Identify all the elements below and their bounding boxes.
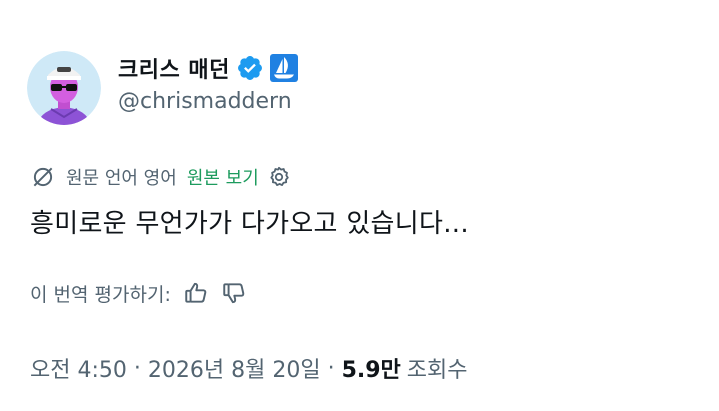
- translation-info-row: 원문 언어 영어 원본 보기: [30, 160, 291, 194]
- translation-source-label: 원문 언어 영어: [66, 168, 177, 189]
- tweet-time[interactable]: 오전 4:50: [30, 352, 127, 384]
- rate-translation-label: 이 번역 평가하기:: [30, 283, 171, 306]
- views-label: 조회수: [406, 358, 468, 383]
- tweet-card: 크리스 매던 @chrismaddern 원문 언어 영어 원본 보기 흥미로운…: [0, 0, 719, 411]
- globe-slash-icon: [30, 164, 56, 190]
- opensea-icon[interactable]: [269, 54, 298, 82]
- tweet-text: 흥미로운 무언가가 다가오고 있습니다...: [30, 209, 469, 239]
- verified-badge-icon[interactable]: [236, 54, 264, 82]
- meta-separator: ·: [133, 355, 141, 381]
- display-name[interactable]: 크리스 매던: [118, 52, 230, 84]
- gear-icon[interactable]: [267, 165, 291, 189]
- author-name-row: 크리스 매던: [118, 52, 298, 84]
- meta-separator: ·: [327, 355, 335, 381]
- avatar[interactable]: [27, 51, 101, 125]
- views-count: 5.9만: [341, 358, 401, 383]
- author-handle[interactable]: @chrismaddern: [118, 89, 292, 114]
- thumbs-up-icon[interactable]: [183, 280, 209, 306]
- thumbs-down-icon[interactable]: [221, 280, 247, 306]
- show-original-link[interactable]: 원본 보기: [187, 164, 259, 190]
- tweet-meta-row: 오전 4:50 · 2026년 8월 20일 · 5.9만 조회수: [30, 350, 468, 386]
- rate-translation-row: 이 번역 평가하기:: [30, 276, 247, 310]
- tweet-date[interactable]: 2026년 8월 20일: [148, 352, 321, 384]
